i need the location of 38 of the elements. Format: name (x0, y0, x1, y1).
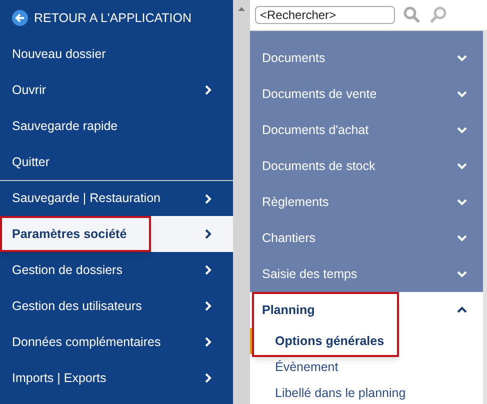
section-header[interactable]: Chantiers (250, 220, 483, 256)
submenu-item[interactable]: Libellé dans le planning (250, 380, 483, 404)
menu-item[interactable]: Paramètres société (0, 216, 233, 252)
search-field[interactable]: <Rechercher> (255, 6, 395, 24)
chevron-right-icon (203, 337, 213, 347)
chevron-down-icon (457, 161, 467, 171)
menu-item[interactable]: Gestion des utilisateurs (0, 288, 233, 324)
chevron-right-icon (203, 229, 213, 239)
submenu-item[interactable]: Évènement (250, 354, 483, 380)
search-icon[interactable] (403, 6, 421, 24)
chevron-down-icon (457, 197, 467, 207)
menu-item[interactable]: Imports | Exports (0, 360, 233, 396)
chevron-down-icon (457, 89, 467, 99)
section-header[interactable]: Documents de stock (250, 148, 483, 184)
chevron-right-icon (203, 373, 213, 383)
chevron-right-icon (203, 85, 213, 95)
chevron-right-icon (203, 265, 213, 275)
scroll-up-icon[interactable] (238, 7, 245, 11)
menu-item[interactable]: Ouvrir (0, 72, 233, 108)
chevron-down-icon (457, 53, 467, 63)
chevron-right-icon (203, 301, 213, 311)
chevron-right-icon (203, 194, 213, 204)
menu-item[interactable]: Nouveau dossier (0, 36, 233, 72)
chevron-down-icon (457, 269, 467, 279)
menu-item[interactable]: Quitter (0, 144, 233, 180)
menu-item[interactable]: Sauvegarde rapide (0, 108, 233, 144)
chevron-up-icon (457, 305, 467, 315)
back-button[interactable]: RETOUR A L'APPLICATION (0, 0, 233, 36)
section-header[interactable]: Documents d'achat (250, 112, 483, 148)
chevron-down-icon (457, 233, 467, 243)
chevron-down-icon (457, 125, 467, 135)
section-header[interactable]: Documents de vente (250, 76, 483, 112)
section-header[interactable]: Règlements (250, 184, 483, 220)
section-header[interactable]: Documents (250, 40, 483, 76)
search-icon[interactable] (429, 6, 447, 24)
menu-item[interactable]: Données complémentaires (0, 324, 233, 360)
menu-item[interactable]: Gestion de dossiers (0, 252, 233, 288)
section-header[interactable]: Saisie des temps (250, 256, 483, 292)
